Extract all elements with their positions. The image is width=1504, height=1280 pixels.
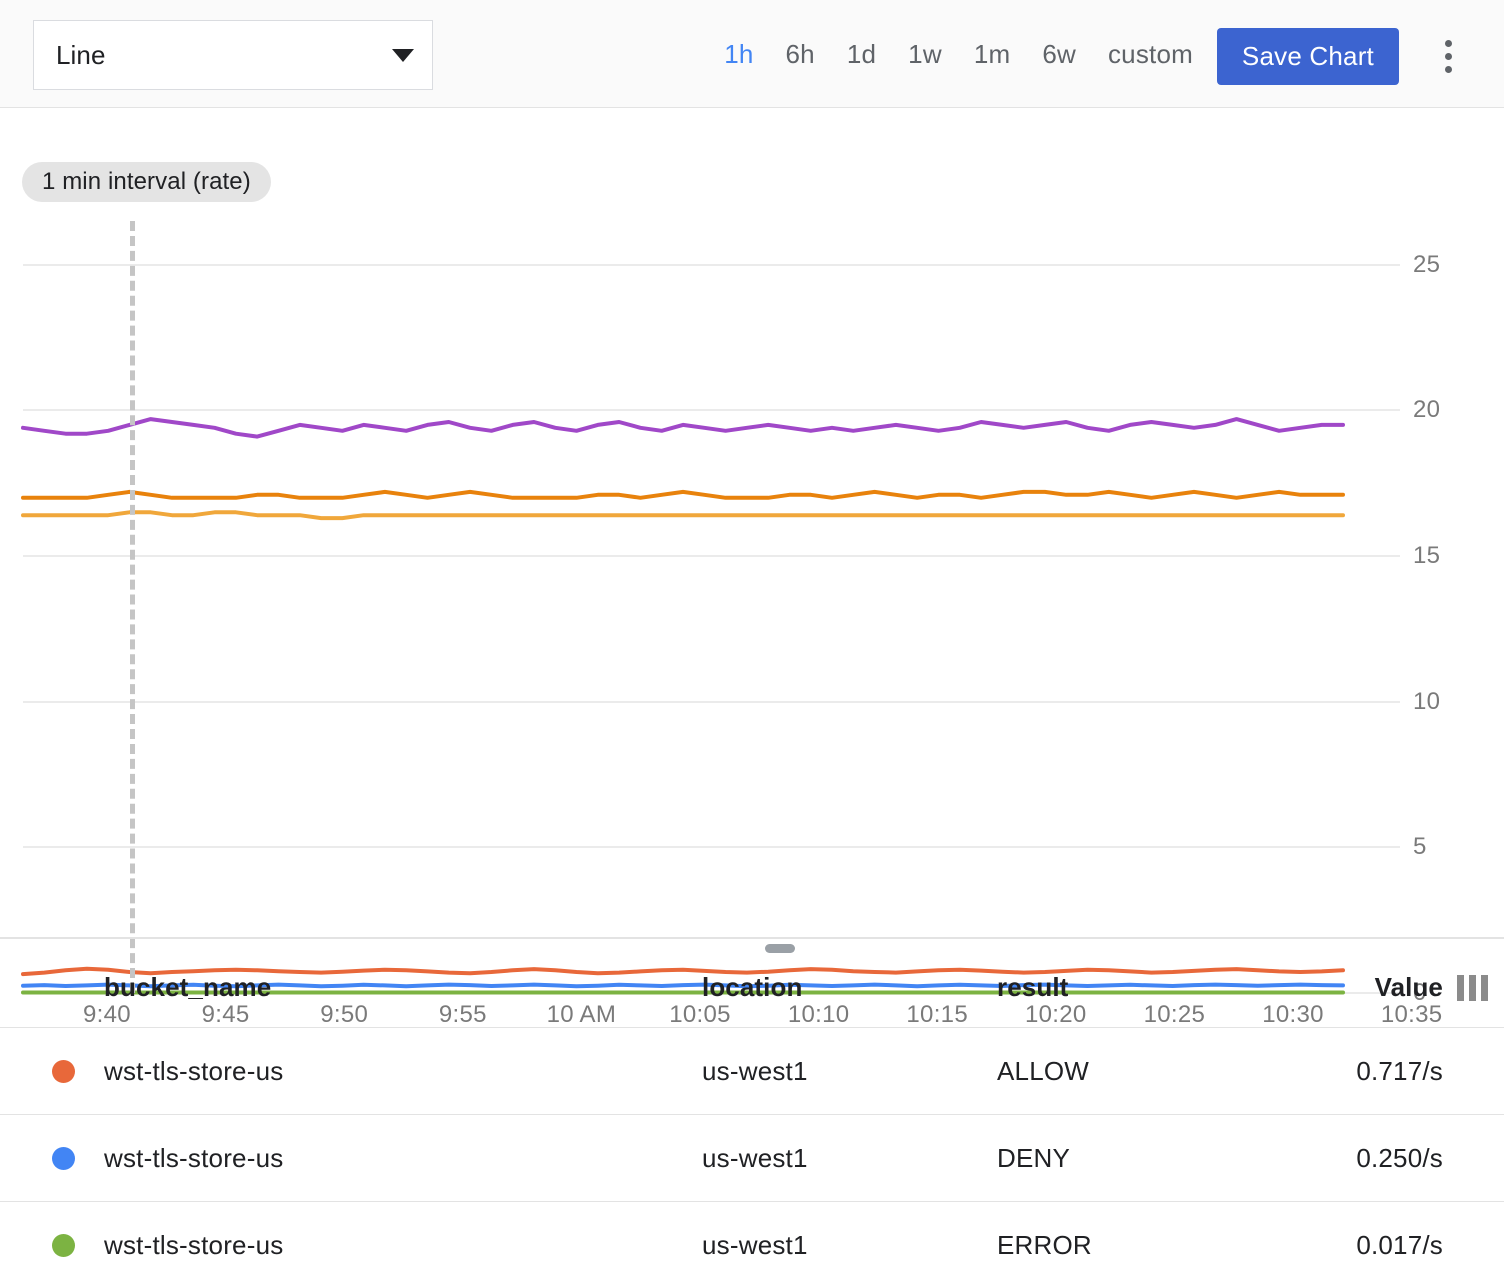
chevron-down-icon xyxy=(392,49,414,62)
time-range-6w[interactable]: 6w xyxy=(1026,33,1092,76)
time-range-custom[interactable]: custom xyxy=(1092,33,1209,76)
y-axis-tick-20: 20 xyxy=(1413,396,1440,424)
column-header-bucket-name[interactable]: bucket_name xyxy=(104,972,271,1003)
kebab-dot xyxy=(1445,53,1452,60)
cell-result: DENY xyxy=(997,1143,1070,1174)
time-range-1d[interactable]: 1d xyxy=(831,33,892,76)
cell-value: 0.250/s xyxy=(1356,1143,1443,1174)
y-axis-tick-5: 5 xyxy=(1413,833,1427,861)
series-lines xyxy=(23,221,1400,993)
kebab-dot xyxy=(1445,40,1452,47)
panel-divider xyxy=(0,937,1504,939)
columns-bar xyxy=(1469,975,1476,1001)
table-row[interactable]: wst-tls-store-us us-west1 ALLOW 0.717/s xyxy=(0,1028,1504,1115)
table-row[interactable]: wst-tls-store-us us-west1 ERROR 0.017/s xyxy=(0,1202,1504,1280)
legend-header-row: bucket_name location result Value xyxy=(0,948,1504,1028)
chart-area: 1 min interval (rate) 0510152025 9:409:4… xyxy=(0,109,1504,939)
series-line xyxy=(23,512,1343,518)
chart-type-value: Line xyxy=(56,40,392,71)
cell-location: us-west1 xyxy=(702,1143,808,1174)
table-row[interactable]: wst-tls-store-us us-west1 DENY 0.250/s xyxy=(0,1115,1504,1202)
time-range-6h[interactable]: 6h xyxy=(770,33,831,76)
time-range-1m[interactable]: 1m xyxy=(958,33,1027,76)
cell-value: 0.717/s xyxy=(1356,1056,1443,1087)
y-axis-tick-15: 15 xyxy=(1413,542,1440,570)
legend-table: bucket_name location result Value wst-tl… xyxy=(0,948,1504,1280)
cell-result: ALLOW xyxy=(997,1056,1089,1087)
series-line xyxy=(23,419,1343,437)
cell-bucket-name: wst-tls-store-us xyxy=(104,1230,283,1261)
columns-icon[interactable] xyxy=(1457,975,1488,1001)
cell-location: us-west1 xyxy=(702,1230,808,1261)
chart-editor-panel: Line 1h6h1d1w1m6wcustom Save Chart 1 min… xyxy=(0,0,1504,1280)
column-header-value[interactable]: Value xyxy=(1375,972,1443,1003)
series-color-swatch xyxy=(52,1234,75,1257)
series-line xyxy=(23,492,1343,498)
kebab-menu-icon[interactable] xyxy=(1428,32,1468,80)
save-chart-button[interactable]: Save Chart xyxy=(1217,28,1399,85)
chart-type-select[interactable]: Line xyxy=(33,20,433,90)
time-range-selector: 1h6h1d1w1m6wcustom xyxy=(708,0,1209,108)
cursor-line xyxy=(130,221,135,993)
cell-result: ERROR xyxy=(997,1230,1092,1261)
kebab-dot xyxy=(1445,66,1452,73)
y-axis-tick-10: 10 xyxy=(1413,688,1440,716)
column-header-location[interactable]: location xyxy=(702,972,802,1003)
time-range-1h[interactable]: 1h xyxy=(708,33,769,76)
cell-bucket-name: wst-tls-store-us xyxy=(104,1056,283,1087)
cell-location: us-west1 xyxy=(702,1056,808,1087)
cell-bucket-name: wst-tls-store-us xyxy=(104,1143,283,1174)
chart-toolbar: Line 1h6h1d1w1m6wcustom Save Chart xyxy=(0,0,1504,108)
series-color-swatch xyxy=(52,1060,75,1083)
columns-bar xyxy=(1457,975,1464,1001)
columns-bar xyxy=(1481,975,1488,1001)
interval-chip: 1 min interval (rate) xyxy=(22,162,271,202)
column-header-result[interactable]: result xyxy=(997,972,1068,1003)
time-range-1w[interactable]: 1w xyxy=(892,33,958,76)
series-color-swatch xyxy=(52,1147,75,1170)
cell-value: 0.017/s xyxy=(1356,1230,1443,1261)
y-axis-tick-25: 25 xyxy=(1413,251,1440,279)
plot-region[interactable]: 0510152025 xyxy=(23,221,1400,993)
